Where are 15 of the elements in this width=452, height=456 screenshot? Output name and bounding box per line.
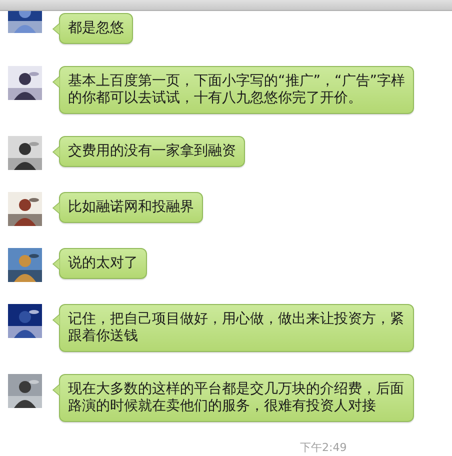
bubble-tail-icon [52, 202, 60, 214]
message-bubble: 交费用的没有一家拿到融资 [59, 136, 245, 167]
message-bubble: 都是忽悠 [59, 13, 133, 44]
bubble-tail-icon [52, 76, 60, 88]
message-bubble: 比如融诺网和投融界 [59, 192, 203, 223]
bubble-tail-icon [52, 23, 60, 35]
message-bubble: 说的太对了 [59, 248, 147, 279]
message-bubble: 现在大多数的这样的平台都是交几万块的介绍费，后面路演的时候就在卖他们的服务，很难有投资人对接 [59, 374, 414, 422]
bubble-tail-icon [52, 314, 60, 326]
message-bubble: 记住，把自己项目做好，用心做，做出来让投资方，紧跟着你送钱 [59, 304, 414, 352]
bubble-tail-icon [52, 146, 60, 158]
timestamp: 下午2:49 [300, 440, 347, 456]
bubble-tail-icon [52, 384, 60, 396]
message-bubble: 基本上百度第一页，下面小字写的“推广”，“广告”字样的你都可以去试试，十有八九忽悠你完了开价。 [59, 66, 414, 114]
bubble-tail-icon [52, 258, 60, 270]
